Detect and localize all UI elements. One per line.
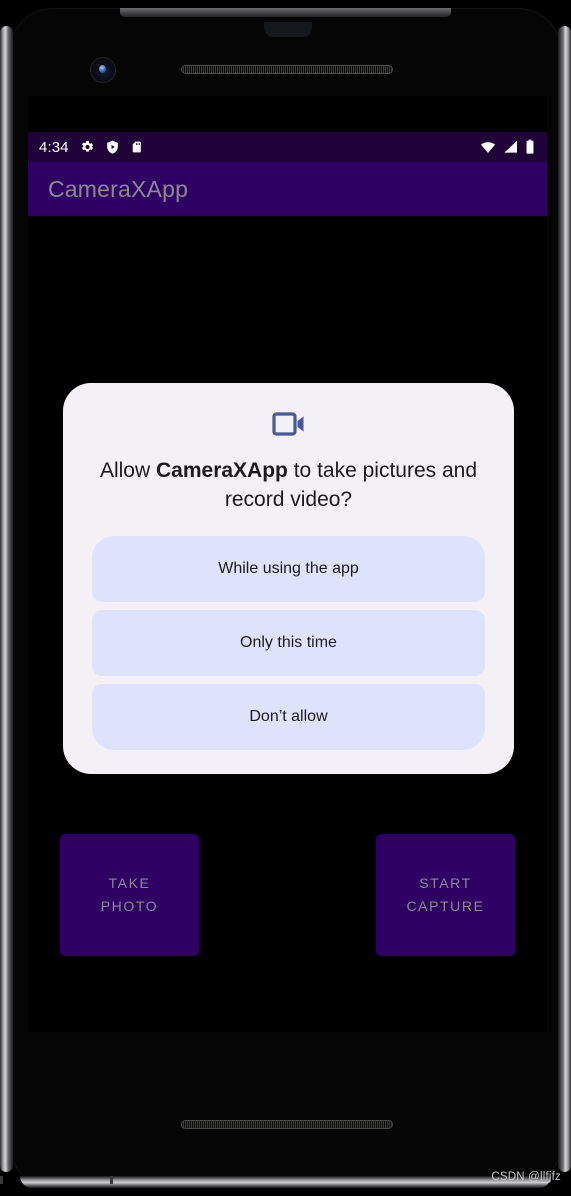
title-app-name: CameraXApp xyxy=(156,459,288,482)
battery-icon xyxy=(526,139,534,154)
app-title: CameraXApp xyxy=(48,175,189,202)
gear-icon xyxy=(81,141,93,152)
sd-card-icon xyxy=(132,141,141,153)
video-camera-icon xyxy=(271,411,306,442)
phone-bottom-seam-left xyxy=(110,1176,113,1184)
phone-screen: 4:34 CameraXApp Allow CameraXApp to take… xyxy=(28,96,547,1032)
status-bar-clock: 4:34 xyxy=(39,138,69,156)
take-photo-button[interactable]: TAKE PHOTO xyxy=(60,834,199,956)
shield-play-icon xyxy=(106,140,118,154)
title-prefix: Allow xyxy=(99,459,156,482)
watermark: CSDN @llfjfz xyxy=(491,1171,561,1183)
earpiece-speaker-grille xyxy=(181,65,393,74)
phone-left-bezel xyxy=(0,26,13,1172)
status-bar-right-group xyxy=(479,139,535,155)
allow-only-this-time-button[interactable]: Only this time xyxy=(92,610,485,676)
front-camera-icon xyxy=(91,58,115,82)
bottom-speaker-grille xyxy=(181,1120,393,1129)
wifi-icon xyxy=(481,142,495,153)
allow-while-using-app-button[interactable]: While using the app xyxy=(92,536,485,602)
phone-top-edge xyxy=(120,8,451,17)
phone-notch-tab xyxy=(264,22,312,37)
phone-bottom-seam-right xyxy=(0,1176,3,1184)
camera-action-row: TAKE PHOTO START CAPTURE xyxy=(28,834,547,956)
deny-button[interactable]: Don’t allow xyxy=(92,684,485,750)
cellular-signal-icon xyxy=(504,140,517,153)
start-capture-button[interactable]: START CAPTURE xyxy=(376,834,515,956)
app-bar: CameraXApp xyxy=(28,162,547,216)
phone-device-frame: 4:34 CameraXApp Allow CameraXApp to take… xyxy=(0,0,571,1196)
status-bar: 4:34 xyxy=(28,132,547,162)
phone-right-bezel xyxy=(558,26,571,1172)
permission-dialog: Allow CameraXApp to take pictures and re… xyxy=(63,383,514,774)
permission-dialog-title: Allow CameraXApp to take pictures and re… xyxy=(92,456,485,514)
status-bar-left-group: 4:34 xyxy=(39,139,143,156)
phone-bottom-edge xyxy=(20,1176,551,1188)
